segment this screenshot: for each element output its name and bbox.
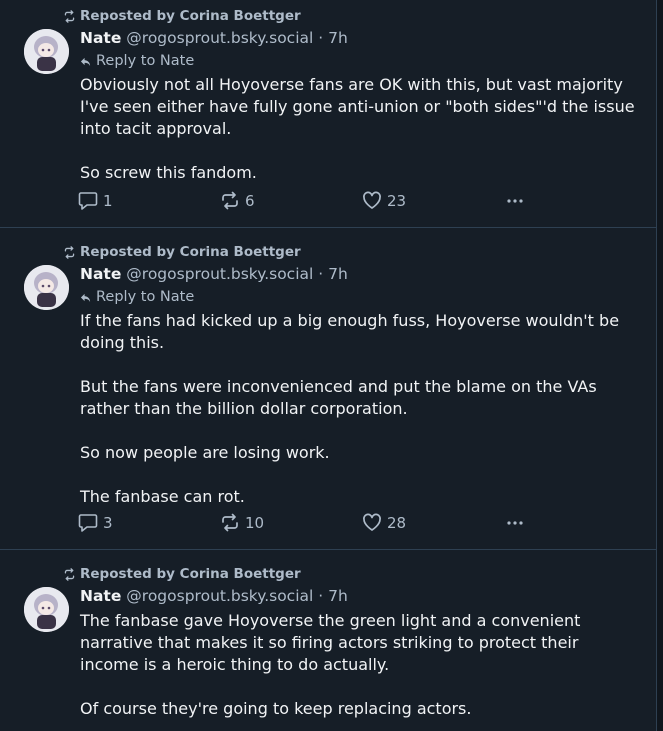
author-handle[interactable]: @rogosprout.bsky.social xyxy=(126,587,313,605)
post-header: Nate @rogosprout.bsky.social · 7h xyxy=(80,29,348,47)
post-text: The fanbase gave Hoyoverse the green lig… xyxy=(80,610,640,720)
avatar[interactable] xyxy=(24,265,69,310)
author-name[interactable]: Nate xyxy=(80,265,121,283)
post-time[interactable]: · 7h xyxy=(318,587,348,605)
author-name[interactable]: Nate xyxy=(80,29,121,47)
post-paragraph: The fanbase gave Hoyoverse the green lig… xyxy=(80,611,581,674)
repost-button[interactable]: 10 xyxy=(220,513,264,532)
post-time[interactable]: · 7h xyxy=(318,265,348,283)
reply-indicator[interactable]: Reply to Nate xyxy=(80,53,194,69)
repost-button[interactable]: 6 xyxy=(220,191,255,210)
reply-indicator[interactable]: Reply to Nate xyxy=(80,289,194,305)
post-header: Nate @rogosprout.bsky.social · 7h xyxy=(80,587,348,605)
comment-icon xyxy=(78,192,98,210)
avatar[interactable] xyxy=(24,587,69,632)
author-handle[interactable]: @rogosprout.bsky.social xyxy=(126,265,313,283)
more-options-button[interactable] xyxy=(505,191,530,210)
post-actions: 3 10 28 xyxy=(78,513,538,535)
repost-indicator[interactable]: Reposted by Corina Boettger xyxy=(63,566,301,582)
heart-icon xyxy=(363,191,381,209)
repost-label: Reposted by Corina Boettger xyxy=(80,244,301,260)
reply-arrow-icon xyxy=(80,57,91,66)
feed-post[interactable]: Reposted by Corina Boettger Nate @rogosp… xyxy=(0,228,656,550)
repost-icon xyxy=(222,513,238,532)
post-paragraph: So now people are losing work. xyxy=(80,443,330,462)
repost-icon xyxy=(222,191,238,210)
repost-count: 6 xyxy=(245,191,255,210)
feed-post[interactable]: Reposted by Corina Boettger Nate @rogosp… xyxy=(0,550,656,731)
repost-icon xyxy=(64,245,75,259)
post-paragraph: Obviously not all Hoyoverse fans are OK … xyxy=(80,75,635,138)
author-handle[interactable]: @rogosprout.bsky.social xyxy=(126,29,313,47)
post-feed: Reposted by Corina Boettger Nate @rogosp… xyxy=(0,0,657,731)
reply-button[interactable]: 1 xyxy=(78,191,113,210)
post-paragraph: The fanbase can rot. xyxy=(80,487,245,506)
avatar[interactable] xyxy=(24,29,69,74)
post-time[interactable]: · 7h xyxy=(318,29,348,47)
like-count: 28 xyxy=(387,513,407,532)
heart-icon xyxy=(363,513,381,531)
post-paragraph: If the fans had kicked up a big enough f… xyxy=(80,311,620,352)
feed-post[interactable]: Reposted by Corina Boettger Nate @rogosp… xyxy=(0,0,656,228)
reply-button[interactable]: 3 xyxy=(78,513,113,532)
reply-to-label: Reply to Nate xyxy=(96,289,195,305)
reply-count: 1 xyxy=(103,191,113,210)
more-options-icon xyxy=(507,199,523,203)
post-header: Nate @rogosprout.bsky.social · 7h xyxy=(80,265,348,283)
post-paragraph: Of course they're going to keep replacin… xyxy=(80,699,472,718)
more-options-icon xyxy=(507,521,523,525)
post-text: Obviously not all Hoyoverse fans are OK … xyxy=(80,74,640,184)
repost-count: 10 xyxy=(245,513,265,532)
comment-icon xyxy=(78,514,98,532)
repost-indicator[interactable]: Reposted by Corina Boettger xyxy=(63,244,301,260)
reply-to-label: Reply to Nate xyxy=(96,53,195,69)
reply-arrow-icon xyxy=(80,293,91,302)
author-name[interactable]: Nate xyxy=(80,587,121,605)
repost-indicator[interactable]: Reposted by Corina Boettger xyxy=(63,8,301,24)
more-options-button[interactable] xyxy=(505,513,530,532)
repost-label: Reposted by Corina Boettger xyxy=(80,566,301,582)
repost-label: Reposted by Corina Boettger xyxy=(80,8,301,24)
repost-icon xyxy=(64,567,75,581)
post-actions: 1 6 23 xyxy=(78,191,538,213)
repost-icon xyxy=(64,9,75,23)
scrollbar-track[interactable] xyxy=(657,0,663,731)
like-count: 23 xyxy=(387,191,407,210)
post-paragraph: But the fans were inconvenienced and put… xyxy=(80,377,597,418)
post-text: If the fans had kicked up a big enough f… xyxy=(80,310,640,508)
reply-count: 3 xyxy=(103,513,113,532)
post-paragraph: So screw this fandom. xyxy=(80,163,257,182)
like-button[interactable]: 28 xyxy=(362,513,406,532)
like-button[interactable]: 23 xyxy=(362,191,406,210)
